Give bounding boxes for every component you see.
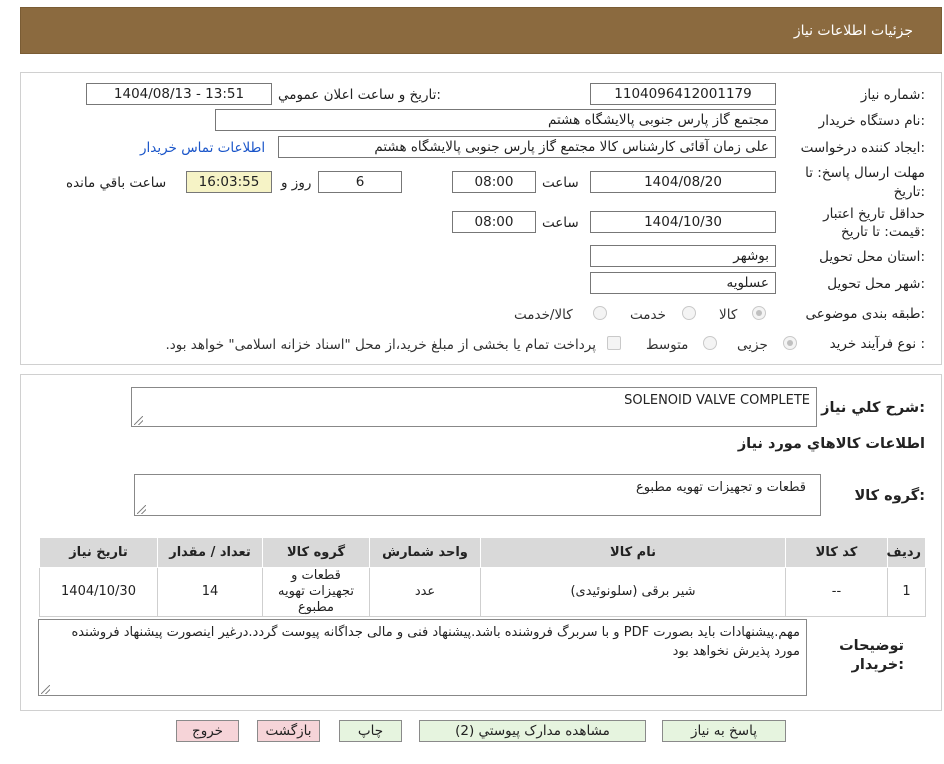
- goods-group-label: گروه کالا:: [854, 488, 925, 504]
- announce-date-field: 1404/08/13 - 13:51: [86, 83, 272, 105]
- category-service-label: خدمت: [630, 307, 666, 323]
- province-label: استان محل تحویل:: [819, 249, 925, 265]
- days-suffix-label: روز و: [281, 175, 312, 191]
- category-goods-service-radio[interactable]: [593, 306, 607, 320]
- province-field: بوشهر: [590, 245, 776, 267]
- resize-grip-icon[interactable]: [41, 685, 50, 694]
- requester-label: ایجاد کننده درخواست:: [800, 140, 925, 156]
- goods-group-text: قطعات و تجهیزات تهویه مطبوع: [635, 480, 806, 495]
- cell-row-number: 1: [887, 567, 926, 617]
- print-button[interactable]: چاپ: [339, 720, 402, 742]
- buyer-org-label: نام دستگاه خریدار:: [818, 113, 925, 129]
- process-type-label: نوع فرآیند خرید :: [829, 336, 925, 352]
- deadline-label-date: تاریخ:: [893, 184, 925, 200]
- treasury-payment-checkbox[interactable]: [607, 336, 621, 350]
- view-attachments-button[interactable]: مشاهده مدارک پیوستي (2): [419, 720, 646, 742]
- remaining-time-label: ساعت باقي مانده: [66, 175, 167, 191]
- table-header-row: ردیف کد کالا نام کالا واحد شمارش گروه کا…: [39, 537, 926, 568]
- process-minor-radio[interactable]: [783, 336, 797, 350]
- city-label: شهر محل تحویل:: [827, 276, 925, 292]
- items-section-title: اطلاعات کالاهاي مورد نياز: [737, 436, 925, 452]
- cell-unit: عدد: [369, 567, 481, 617]
- page-title: جزئیات اطلاعات نیاز: [793, 23, 913, 39]
- resize-grip-icon[interactable]: [134, 416, 143, 425]
- validity-label: حداقل تاریخ اعتبار: [823, 206, 925, 222]
- deadline-label: مهلت ارسال پاسخ: تا: [805, 165, 925, 181]
- buyer-org-field: مجتمع گاز پارس جنوبی پالایشگاه هشتم: [215, 109, 776, 131]
- buyer-notes-text: مهم.پیشنهادات باید بصورت PDF و با سربرگ …: [71, 625, 800, 659]
- buyer-notes-label: توضیحات: [839, 638, 904, 654]
- reply-to-need-button[interactable]: پاسخ به نیاز: [662, 720, 786, 742]
- buyer-contact-link[interactable]: اطلاعات تماس خریدار: [140, 140, 265, 156]
- resize-grip-icon[interactable]: [137, 505, 146, 514]
- column-header-item-name: نام کالا: [480, 537, 786, 568]
- treasury-payment-label: پرداخت تمام یا بخشی از مبلغ خرید،از محل …: [165, 337, 596, 353]
- category-service-radio[interactable]: [682, 306, 696, 320]
- back-button[interactable]: بازگشت: [257, 720, 320, 742]
- category-goods-label: کالا: [719, 307, 738, 323]
- validity-time-field: 08:00: [452, 211, 536, 233]
- page-header: جزئیات اطلاعات نیاز: [20, 7, 942, 54]
- column-header-unit: واحد شمارش: [369, 537, 481, 568]
- column-header-need-date: تاریخ نیاز: [39, 537, 158, 568]
- cell-item-code: --: [785, 567, 888, 617]
- column-header-row-number: ردیف: [886, 537, 926, 568]
- process-minor-label: جزیی: [737, 337, 768, 353]
- exit-button[interactable]: خروج: [176, 720, 239, 742]
- cell-item-name: شیر برقی (سلونوئیدی): [480, 567, 786, 617]
- buyer-notes-label-2: خریدار:: [851, 657, 904, 673]
- cell-need-date: 1404/10/30: [39, 567, 158, 617]
- goods-group-textarea[interactable]: قطعات و تجهیزات تهویه مطبوع: [134, 474, 821, 516]
- validity-date-field: 1404/10/30: [590, 211, 776, 233]
- remaining-days-field: 6: [318, 171, 402, 193]
- deadline-time-field: 08:00: [452, 171, 536, 193]
- buyer-notes-textarea[interactable]: مهم.پیشنهادات باید بصورت PDF و با سربرگ …: [38, 619, 807, 696]
- announce-date-label: تاریخ و ساعت اعلان عمومي:: [278, 87, 441, 103]
- summary-text: SOLENOID VALVE COMPLETE: [624, 393, 810, 408]
- category-goods-radio[interactable]: [752, 306, 766, 320]
- category-label: طبقه بندی موضوعی:: [805, 306, 925, 322]
- cell-quantity: 14: [157, 567, 263, 617]
- deadline-time-label: ساعت: [542, 175, 579, 191]
- need-number-field: 1104096412001179: [590, 83, 776, 105]
- category-goods-service-label: کالا/خدمت: [514, 307, 573, 323]
- process-medium-radio[interactable]: [703, 336, 717, 350]
- summary-label: شرح كلي نياز:: [821, 400, 925, 416]
- column-header-quantity: تعداد / مقدار: [157, 537, 263, 568]
- deadline-date-field: 1404/08/20: [590, 171, 776, 193]
- city-field: عسلویه: [590, 272, 776, 294]
- requester-field: علی زمان آقائی کارشناس کالا مجتمع گاز پا…: [278, 136, 776, 158]
- need-number-label: شماره نیاز:: [860, 87, 925, 103]
- remaining-time-field: 16:03:55: [186, 171, 272, 193]
- process-medium-label: متوسط: [646, 337, 689, 353]
- cell-group: قطعات و تجهیزات تهویه مطبوع: [262, 567, 370, 617]
- validity-label-date: قیمت: تا تاریخ:: [840, 224, 925, 240]
- items-table: ردیف کد کالا نام کالا واحد شمارش گروه کا…: [39, 537, 926, 617]
- column-header-item-code: کد کالا: [785, 537, 888, 568]
- validity-time-label: ساعت: [542, 215, 579, 231]
- summary-textarea[interactable]: SOLENOID VALVE COMPLETE: [131, 387, 817, 427]
- table-row: 1 -- شیر برقی (سلونوئیدی) عدد قطعات و تج…: [39, 567, 926, 617]
- column-header-group: گروه کالا: [262, 537, 370, 568]
